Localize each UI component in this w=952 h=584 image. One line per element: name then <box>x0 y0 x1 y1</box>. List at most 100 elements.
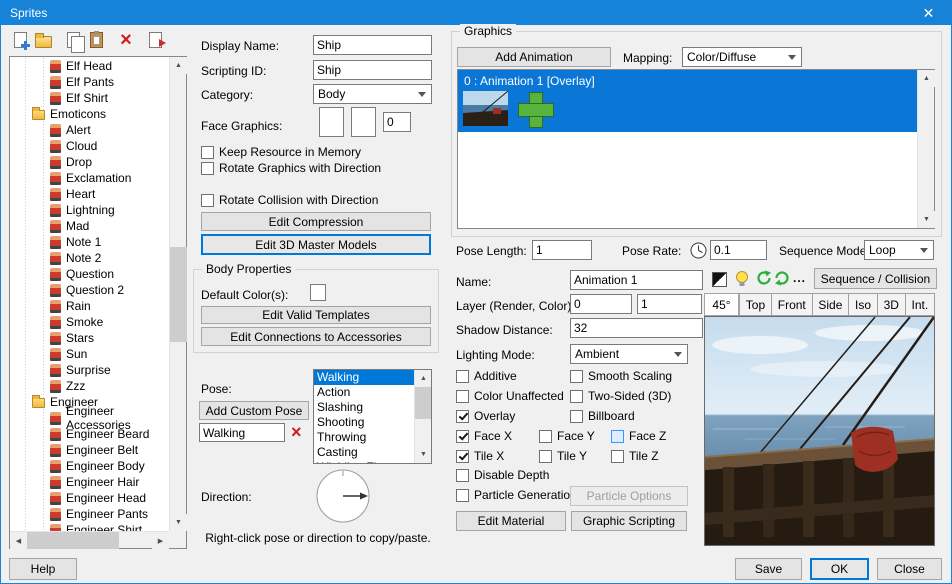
direction-dial[interactable] <box>315 468 371 524</box>
face-x-checkbox[interactable]: Face X <box>456 429 512 443</box>
preview-viewport[interactable] <box>704 316 935 546</box>
refresh-icon[interactable] <box>756 270 772 286</box>
lightbulb-icon[interactable] <box>734 270 750 287</box>
add-custom-pose-button[interactable]: Add Custom Pose <box>199 401 309 420</box>
particle-generation-checkbox[interactable]: Particle Generation <box>456 488 577 502</box>
edit-3d-master-models-button[interactable]: Edit 3D Master Models <box>201 234 431 255</box>
face-y-checkbox[interactable]: Face Y <box>539 429 595 443</box>
titlebar[interactable]: Sprites ✕ <box>1 1 951 25</box>
pose-length-input[interactable] <box>532 240 592 260</box>
tree-item[interactable]: Lightning <box>10 202 169 218</box>
save-button[interactable]: Save <box>735 558 802 580</box>
smooth-scaling-checkbox[interactable]: Smooth Scaling <box>570 369 672 383</box>
tree-hscroll-thumb[interactable] <box>27 532 119 549</box>
scripting-id-input[interactable] <box>313 60 432 80</box>
tree-item[interactable]: Engineer Shirt <box>10 522 169 531</box>
tree-item[interactable]: Smoke <box>10 314 169 330</box>
tree-hscrollbar[interactable]: ◀ ▶ <box>10 531 169 548</box>
overlay-checkbox[interactable]: Overlay <box>456 409 515 423</box>
animation-name-input[interactable] <box>570 270 703 290</box>
billboard-checkbox[interactable]: Billboard <box>570 409 635 423</box>
tree-rows[interactable]: Elf Head Elf Pants Elf Shirt Emoticons <box>10 58 169 531</box>
tree-item[interactable]: Drop <box>10 154 169 170</box>
scroll-down-icon[interactable]: ▼ <box>415 446 432 463</box>
two-sided-checkbox[interactable]: Two-Sided (3D) <box>570 389 671 403</box>
display-name-input[interactable] <box>313 35 432 55</box>
view-tab[interactable]: Front <box>772 293 813 316</box>
mapping-select[interactable]: Color/Diffuse <box>682 47 802 67</box>
tree-item[interactable]: Question <box>10 266 169 282</box>
tree-vscroll-thumb[interactable] <box>170 247 187 342</box>
animation-scrollbar[interactable]: ▲ ▼ <box>917 70 934 228</box>
help-button[interactable]: Help <box>9 558 77 580</box>
copy-icon[interactable] <box>62 29 84 51</box>
current-pose-input[interactable] <box>199 423 285 442</box>
tree-item[interactable]: Engineer Beard <box>10 426 169 442</box>
tree-item[interactable]: Elf Pants <box>10 74 169 90</box>
sequence-collision-button[interactable]: Sequence / Collision <box>814 268 937 289</box>
sprite-tree[interactable]: Elf Head Elf Pants Elf Shirt Emoticons <box>9 56 187 549</box>
more-options-button[interactable]: ... <box>793 271 806 285</box>
lighting-mode-select[interactable]: Ambient <box>570 344 688 364</box>
color-unaffected-checkbox[interactable]: Color Unaffected <box>456 389 564 403</box>
pose-list-item[interactable]: Casting <box>314 445 414 460</box>
tree-item[interactable]: Stars <box>10 330 169 346</box>
delete-icon[interactable]: × <box>115 29 137 51</box>
scroll-up-icon[interactable]: ▲ <box>918 70 935 87</box>
default-color-swatch[interactable] <box>310 284 326 301</box>
add-graphic-plus-icon[interactable] <box>518 92 552 126</box>
view-tab[interactable]: 3D <box>878 293 906 316</box>
pose-list-item[interactable]: Throwing <box>314 430 414 445</box>
export-icon[interactable] <box>144 29 166 51</box>
pose-listbox[interactable]: Walking Action Slashing Shooting Throwin… <box>313 369 432 464</box>
layer-color-input[interactable] <box>637 294 702 314</box>
scroll-down-icon[interactable]: ▼ <box>918 211 935 228</box>
tree-item[interactable]: Engineer Hair <box>10 474 169 490</box>
tree-vscrollbar[interactable]: ▲ ▼ <box>169 57 186 531</box>
tree-item[interactable]: Sun <box>10 346 169 362</box>
edit-material-button[interactable]: Edit Material <box>456 511 566 531</box>
face-graphics-count-input[interactable] <box>383 112 411 132</box>
scroll-down-icon[interactable]: ▼ <box>170 514 187 531</box>
graphic-scripting-button[interactable]: Graphic Scripting <box>571 511 687 531</box>
tile-z-checkbox[interactable]: Tile Z <box>611 449 659 463</box>
edit-valid-templates-button[interactable]: Edit Valid Templates <box>201 306 431 324</box>
angle-button[interactable]: 45° <box>704 293 739 316</box>
tree-item[interactable]: Engineer Body <box>10 458 169 474</box>
view-tab[interactable]: Side <box>813 293 850 316</box>
pose-scroll-thumb[interactable] <box>415 387 432 419</box>
sequence-mode-select[interactable]: Loop <box>864 240 934 260</box>
tree-item[interactable]: Cloud <box>10 138 169 154</box>
tree-item[interactable]: Note 1 <box>10 234 169 250</box>
face-z-checkbox[interactable]: Face Z <box>611 429 666 443</box>
tree-item[interactable]: Mad <box>10 218 169 234</box>
tree-item[interactable]: Engineer Pants <box>10 506 169 522</box>
contrast-icon[interactable] <box>712 272 727 287</box>
edit-connections-button[interactable]: Edit Connections to Accessories <box>201 327 431 346</box>
delete-pose-icon[interactable]: × <box>291 422 302 442</box>
tree-item[interactable]: Engineer Accessories <box>10 410 169 426</box>
pose-rate-input[interactable] <box>710 240 767 260</box>
category-select[interactable]: Body <box>313 84 432 104</box>
tree-item[interactable]: Rain <box>10 298 169 314</box>
rotate-collision-checkbox[interactable]: Rotate Collision with Direction <box>201 193 378 207</box>
animation-list[interactable]: 0 : Animation 1 [Overlay] ▲ ▼ <box>457 69 935 229</box>
additive-checkbox[interactable]: Additive <box>456 369 517 383</box>
loop-icon[interactable] <box>774 270 790 286</box>
keep-resource-checkbox[interactable]: Keep Resource in Memory <box>201 145 361 159</box>
shadow-distance-input[interactable] <box>570 318 703 338</box>
rotate-graphics-checkbox[interactable]: Rotate Graphics with Direction <box>201 161 381 175</box>
tree-item[interactable]: Note 2 <box>10 250 169 266</box>
tree-item[interactable]: Alert <box>10 122 169 138</box>
tree-item[interactable]: Elf Shirt <box>10 90 169 106</box>
view-tab[interactable]: Top <box>739 293 772 316</box>
pose-list-item[interactable]: Shooting <box>314 415 414 430</box>
tree-item[interactable]: Zzz <box>10 378 169 394</box>
tree-item[interactable]: Exclamation <box>10 170 169 186</box>
view-tab[interactable]: Iso <box>849 293 878 316</box>
pose-rows[interactable]: Walking Action Slashing Shooting Throwin… <box>314 370 414 463</box>
tree-item[interactable]: Engineer Belt <box>10 442 169 458</box>
tile-y-checkbox[interactable]: Tile Y <box>539 449 587 463</box>
scroll-up-icon[interactable]: ▲ <box>170 57 187 74</box>
pose-scrollbar[interactable]: ▲ ▼ <box>414 370 431 463</box>
